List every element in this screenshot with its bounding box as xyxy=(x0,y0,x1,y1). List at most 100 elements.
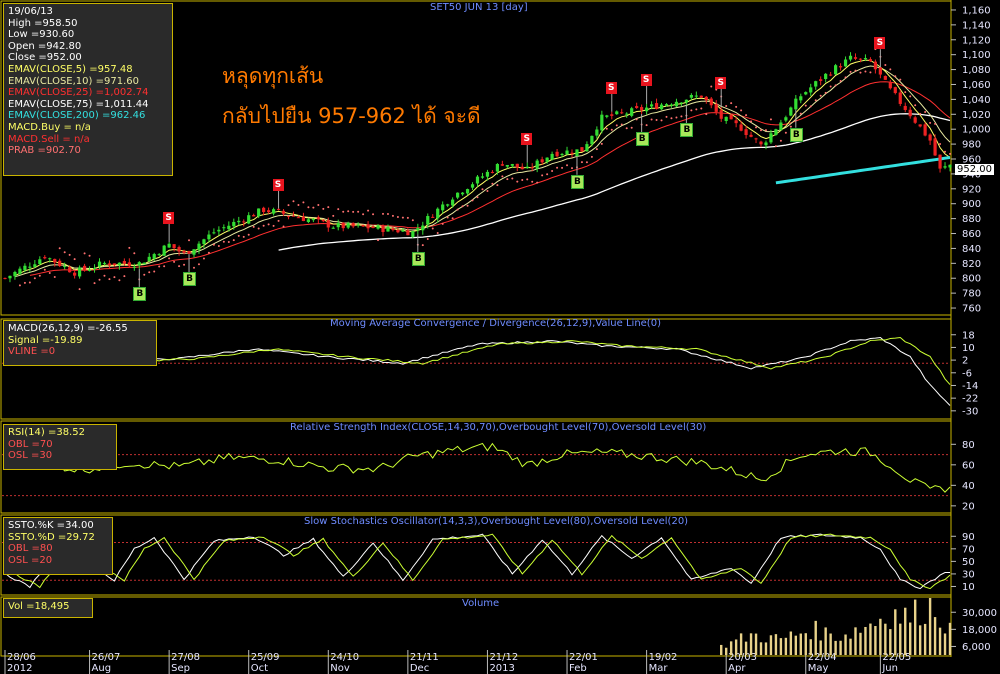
date-tick-label: Nov xyxy=(330,663,350,674)
candle-body xyxy=(306,219,310,223)
date-tick-label: 26/07 xyxy=(92,652,121,663)
sar-dot xyxy=(700,107,703,110)
date-tick-label: 2013 xyxy=(489,663,514,674)
sar-dot xyxy=(829,85,832,88)
candle-body xyxy=(386,226,390,232)
candle-body xyxy=(68,267,72,273)
sar-dot xyxy=(227,241,230,244)
price-axis-tick-label: 1,100 xyxy=(962,50,991,61)
candle-body xyxy=(883,75,887,80)
candle-body xyxy=(411,231,415,237)
candle-body xyxy=(127,262,131,267)
candle-body xyxy=(829,74,833,76)
price-axis-tick-label: 760 xyxy=(962,304,981,315)
sar-dot xyxy=(695,108,698,111)
sar-dot xyxy=(764,129,767,132)
sar-dot xyxy=(446,216,449,219)
volume-bar xyxy=(779,638,783,655)
price-axis-tick-label: 1,080 xyxy=(962,65,991,76)
sar-dot xyxy=(456,208,459,211)
candle-body xyxy=(197,243,201,250)
candle-body xyxy=(162,245,166,256)
sar-dot xyxy=(899,78,902,81)
candle-body xyxy=(331,227,335,229)
sar-dot xyxy=(645,124,648,127)
sar-dot xyxy=(287,204,290,207)
date-tick-label: 22/05 xyxy=(882,652,911,663)
sar-dot xyxy=(466,204,469,207)
sar-dot xyxy=(585,161,588,164)
sar-dot xyxy=(312,206,315,209)
macd-info-line: MACD(26,12,9) =-26.55 xyxy=(8,323,128,334)
sar-dot xyxy=(844,76,847,79)
candle-body xyxy=(102,262,107,264)
sell-signal-marker: S xyxy=(874,37,886,50)
volume-bar xyxy=(913,599,917,655)
candle-body xyxy=(714,104,718,112)
candle-body xyxy=(157,254,161,256)
sar-dot xyxy=(88,254,91,257)
candle-body xyxy=(73,272,77,276)
candle-body xyxy=(779,122,783,131)
candle-body xyxy=(301,216,306,222)
candle-body xyxy=(326,220,330,228)
macd-info-panel: MACD(26,12,9) =-26.55 Signal =-19.89 VLINE… xyxy=(3,320,157,366)
candle-body xyxy=(540,159,544,163)
candle-body xyxy=(769,133,773,143)
rsi-info-line: OSL =30 xyxy=(8,450,53,462)
rsi-info-panel: RSI(14) =38.52 OBL =70 OSL =30 xyxy=(3,424,117,470)
price-axis-tick-label: 860 xyxy=(962,229,981,240)
candle-body xyxy=(232,221,236,227)
candle-body xyxy=(112,263,117,266)
sar-dot xyxy=(551,169,554,172)
sar-dot xyxy=(401,216,404,219)
sar-dot xyxy=(665,115,668,118)
sar-dot xyxy=(924,110,927,113)
sar-dot xyxy=(769,118,772,121)
sar-dot xyxy=(819,94,822,97)
candle-body xyxy=(460,192,465,195)
sar-dot xyxy=(630,126,633,129)
sar-dot xyxy=(650,118,653,121)
candle-body xyxy=(286,215,291,217)
candle-body xyxy=(789,107,793,116)
buy-signal-marker: B xyxy=(133,286,147,301)
volume-bar xyxy=(859,632,862,655)
candle-body xyxy=(610,114,614,116)
candle-body xyxy=(674,101,679,107)
candle-body xyxy=(202,239,206,245)
candle-body xyxy=(356,224,360,226)
sar-dot xyxy=(531,180,534,183)
candle-body xyxy=(122,261,126,264)
candle-body xyxy=(495,163,499,172)
sar-dot xyxy=(197,263,200,266)
sar-dot xyxy=(725,105,728,108)
candle-body xyxy=(834,65,838,75)
candle-body xyxy=(649,104,654,107)
stoch-info-panel: SSTO.%K =34.00 SSTO.%D =29.72 OBL =80 OSL =… xyxy=(3,517,113,575)
date-tick-label: 24/10 xyxy=(330,652,359,663)
price-info-line: Close =952.00 xyxy=(8,52,82,64)
candle-body xyxy=(13,271,17,277)
stoch-axis-tick-label: 30 xyxy=(962,569,975,580)
candle-body xyxy=(630,108,634,116)
candle-body xyxy=(908,109,912,117)
sar-dot xyxy=(451,217,454,220)
candle-body xyxy=(719,110,723,119)
sar-dot xyxy=(615,124,618,127)
sar-dot xyxy=(382,212,384,215)
volume-bar xyxy=(904,607,907,655)
candle-body xyxy=(585,144,589,152)
sar-dot xyxy=(481,188,484,191)
candle-body xyxy=(794,98,798,110)
stoch-axis-tick-label: 10 xyxy=(962,582,975,593)
rsi-info-line: RSI(14) =38.52 xyxy=(8,427,85,438)
candle-body xyxy=(421,225,425,231)
sar-dot xyxy=(78,288,81,291)
candle-body xyxy=(734,120,738,124)
price-axis-tick-label: 920 xyxy=(962,184,981,195)
volume-bar xyxy=(804,633,807,655)
candle-body xyxy=(535,160,539,169)
sar-dot xyxy=(173,260,176,263)
volume-bar xyxy=(829,633,832,655)
